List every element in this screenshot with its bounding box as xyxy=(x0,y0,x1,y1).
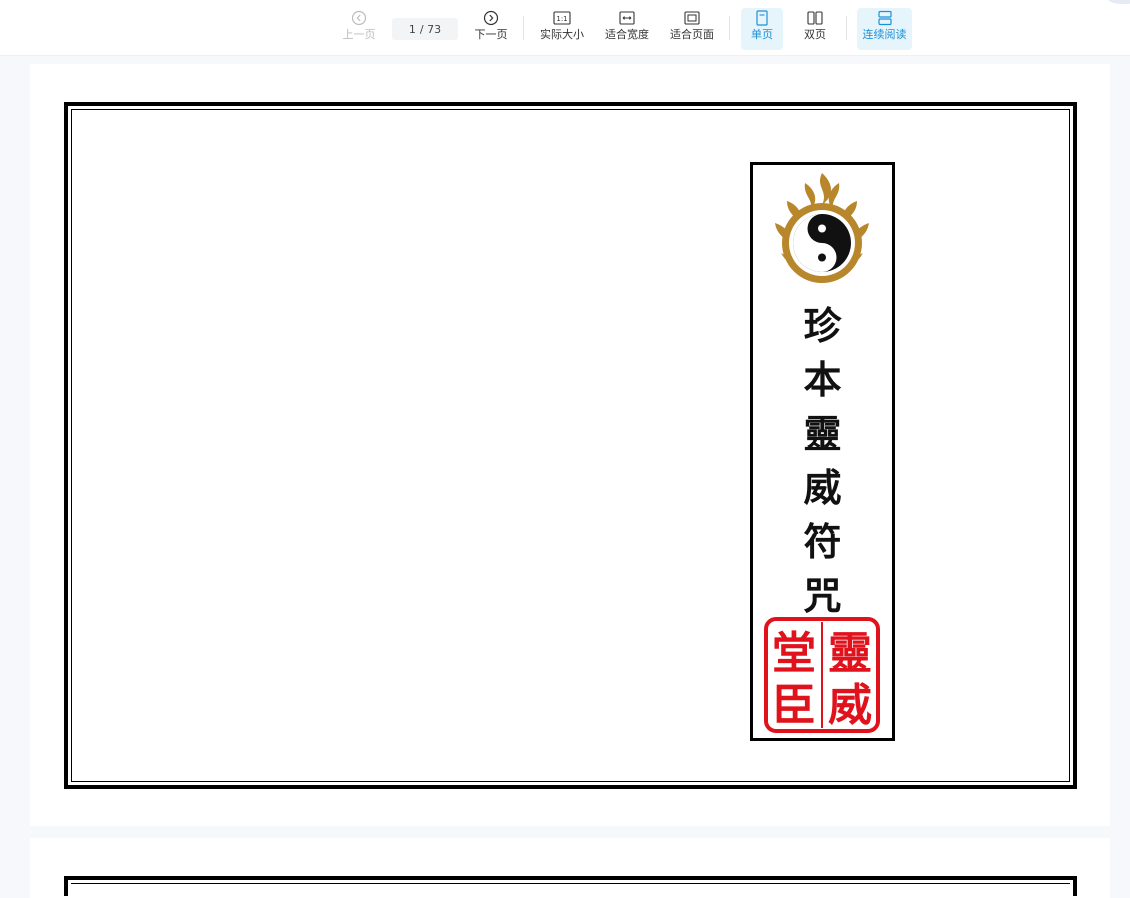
title-char: 符 xyxy=(803,519,842,564)
title-char: 威 xyxy=(803,465,842,510)
red-seal-stamp: 靈 威 堂 臣 xyxy=(763,616,881,738)
single-page-button[interactable]: 单页 xyxy=(741,8,783,50)
book-title-vertical: 珍 本 靈 威 符 咒 xyxy=(753,299,892,623)
page-2-border-frame xyxy=(64,876,1077,896)
page-2-border-inner xyxy=(71,883,1070,884)
next-page-button[interactable]: 下一页 xyxy=(470,8,512,50)
viewer-toolbar: 上一页 1 / 73 下一页 1:1 实际大小 适合宽度 适合页面 单页 双页 … xyxy=(0,0,1130,56)
title-label-strip: 珍 本 靈 威 符 咒 靈 威 堂 臣 xyxy=(750,162,895,741)
continuous-reading-label: 连续阅读 xyxy=(862,28,907,41)
fit-width-label: 适合宽度 xyxy=(605,28,649,41)
chevron-right-circle-icon xyxy=(483,8,499,28)
title-char: 本 xyxy=(803,357,842,402)
single-page-icon xyxy=(755,8,769,28)
actual-size-label: 实际大小 xyxy=(540,28,584,41)
svg-text:1:1: 1:1 xyxy=(556,15,567,23)
corner-decoration xyxy=(1100,0,1130,4)
title-char: 珍 xyxy=(803,303,842,348)
prev-page-label: 上一页 xyxy=(342,28,376,41)
page-total: / 73 xyxy=(419,22,442,36)
chevron-left-circle-icon xyxy=(351,8,367,28)
fit-width-button[interactable]: 适合宽度 xyxy=(601,8,653,50)
prev-page-button[interactable]: 上一页 xyxy=(338,8,380,50)
continuous-reading-icon xyxy=(877,8,893,28)
actual-size-icon: 1:1 xyxy=(553,8,571,28)
taiji-flame-emblem xyxy=(767,171,877,295)
fit-page-icon xyxy=(684,8,700,28)
svg-text:堂: 堂 xyxy=(772,628,816,679)
double-page-label: 双页 xyxy=(804,28,826,41)
page-border-inner xyxy=(71,109,1070,782)
page-current[interactable]: 1 xyxy=(409,23,416,36)
svg-text:臣: 臣 xyxy=(772,680,816,731)
single-page-label: 单页 xyxy=(751,28,773,41)
page-indicator[interactable]: 1 / 73 xyxy=(392,18,458,40)
fit-page-label: 适合页面 xyxy=(670,28,714,41)
svg-text:威: 威 xyxy=(828,680,872,731)
svg-text:靈: 靈 xyxy=(828,628,872,679)
next-page-label: 下一页 xyxy=(474,28,508,41)
fit-width-icon xyxy=(619,8,635,28)
title-char: 靈 xyxy=(803,411,842,456)
continuous-reading-button[interactable]: 连续阅读 xyxy=(857,8,912,50)
double-page-button[interactable]: 双页 xyxy=(794,8,836,50)
double-page-icon xyxy=(807,8,823,28)
toolbar-divider xyxy=(729,16,730,40)
toolbar-divider xyxy=(846,16,847,40)
toolbar-divider xyxy=(523,16,524,40)
fit-page-button[interactable]: 适合页面 xyxy=(666,8,718,50)
title-char: 咒 xyxy=(803,573,842,618)
page-border-frame xyxy=(64,102,1077,789)
actual-size-button[interactable]: 1:1 实际大小 xyxy=(536,8,588,50)
